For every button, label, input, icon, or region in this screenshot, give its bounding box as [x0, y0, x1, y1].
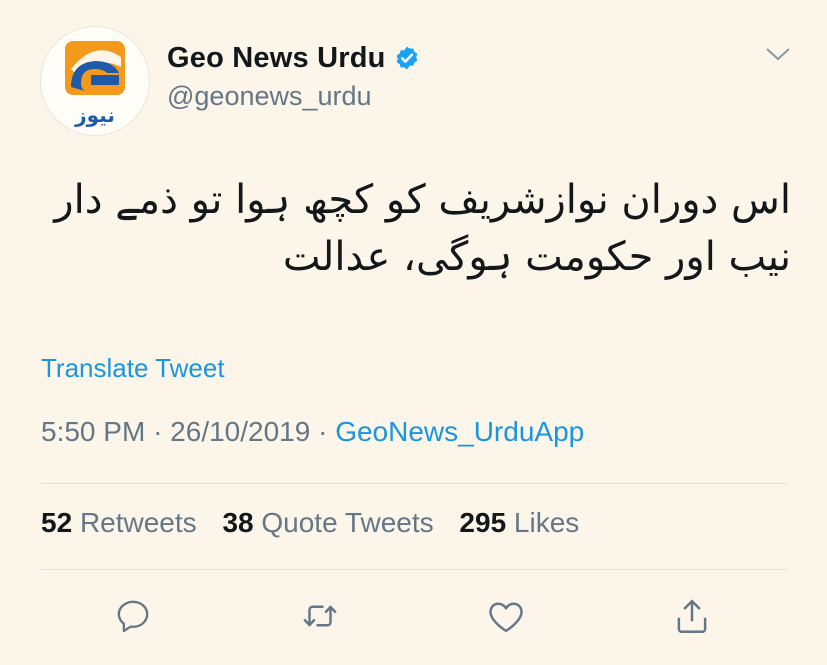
tweet-actions — [0, 594, 827, 638]
reply-button[interactable] — [111, 594, 155, 638]
tweet-text: اس دوران نوازشریف کو کچھ ہوا تو ذمے دار … — [54, 177, 791, 280]
author-row: Geo News Urdu — [167, 38, 420, 78]
verified-badge-icon — [396, 46, 417, 70]
like-icon — [489, 602, 523, 633]
meta-separator: · — [153, 416, 163, 447]
share-button[interactable] — [670, 594, 714, 638]
retweets-count: 52 — [41, 507, 73, 538]
like-button[interactable] — [484, 594, 528, 638]
quote-tweets-label: Quote Tweets — [261, 507, 434, 538]
tweet-metadata: 5:50 PM · 26/10/2019 · GeoNews_UrduApp — [41, 416, 584, 448]
tweet-date[interactable]: 26/10/2019 — [170, 416, 310, 447]
reply-icon — [117, 600, 149, 633]
tweet-time[interactable]: 5:50 PM — [41, 416, 145, 447]
meta-separator: · — [318, 416, 328, 447]
quote-tweets-stat[interactable]: 38 Quote Tweets — [222, 507, 433, 538]
quote-tweets-count: 38 — [222, 507, 254, 538]
divider — [41, 569, 787, 570]
avatar[interactable]: نیوز — [40, 26, 150, 136]
display-name[interactable]: Geo News Urdu — [167, 42, 386, 75]
translate-tweet-link[interactable]: Translate Tweet — [41, 353, 225, 384]
retweet-button[interactable] — [298, 594, 342, 638]
tweet-source-link[interactable]: GeoNews_UrduApp — [335, 416, 584, 447]
geo-logo-icon: نیوز — [65, 41, 125, 127]
likes-count: 295 — [459, 507, 507, 538]
tweet-stats: 52 Retweets 38 Quote Tweets 295 Likes — [41, 507, 597, 539]
likes-stat[interactable]: 295 Likes — [459, 507, 579, 538]
handle[interactable]: @geonews_urdu — [167, 81, 372, 112]
retweets-stat[interactable]: 52 Retweets — [41, 507, 197, 538]
tweet-card: نیوز Geo News Urdu @geonews_urdu اس دورا… — [0, 0, 827, 665]
retweets-label: Retweets — [79, 507, 197, 538]
retweet-icon — [303, 605, 337, 627]
share-icon — [677, 599, 707, 633]
chevron-down-icon[interactable] — [764, 44, 792, 64]
logo-text: نیوز — [74, 103, 115, 127]
likes-label: Likes — [513, 507, 580, 538]
divider — [41, 483, 787, 484]
